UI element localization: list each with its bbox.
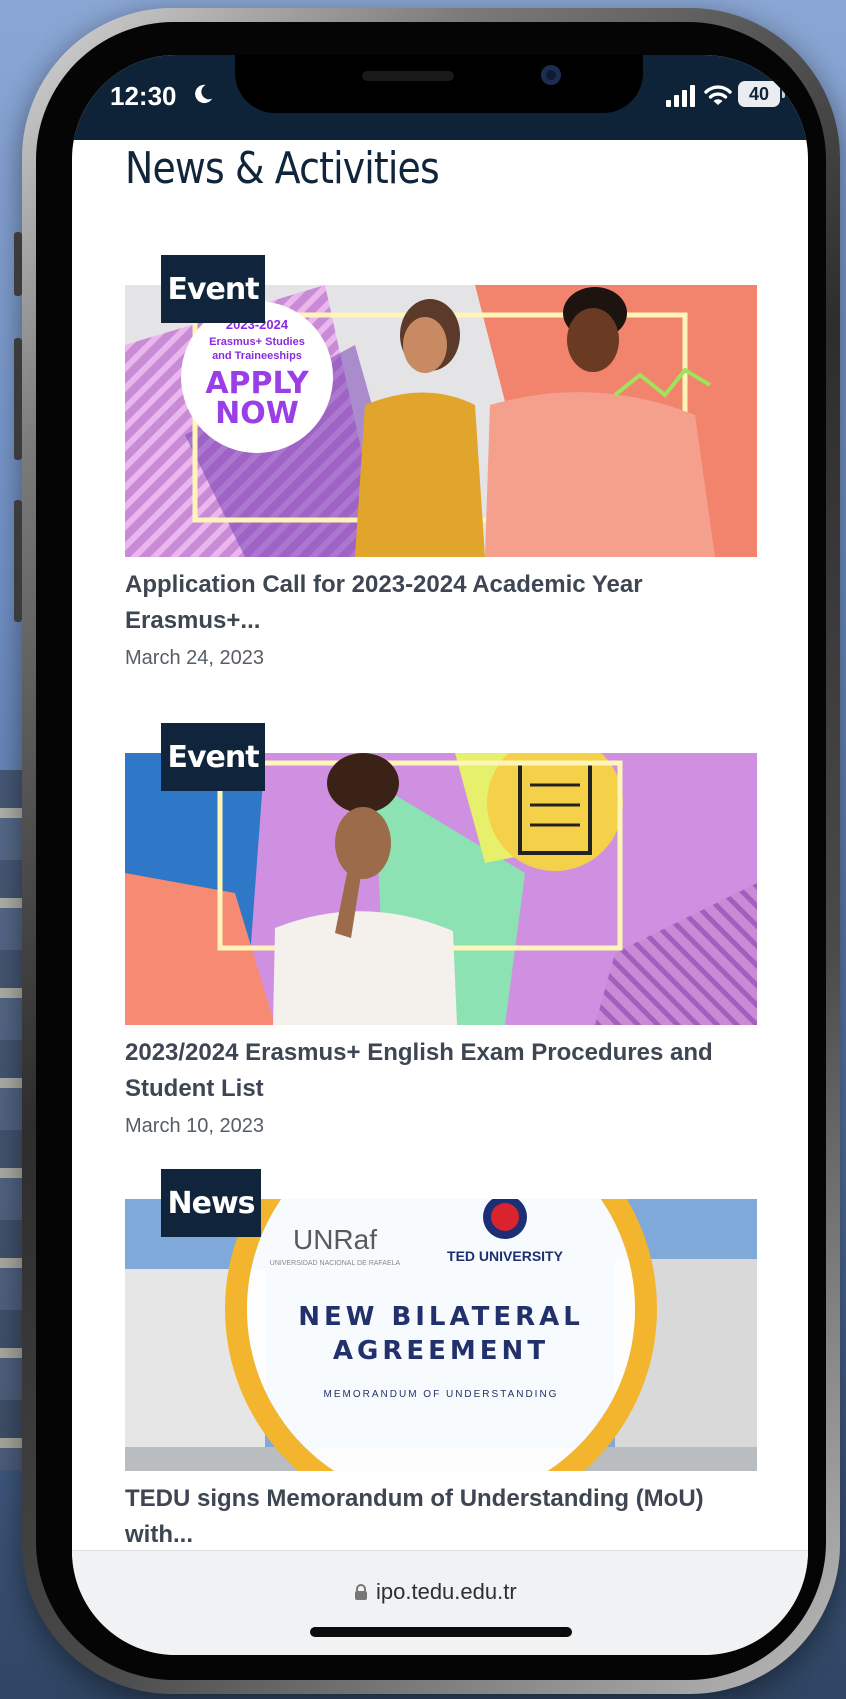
- card-1-image-now: NOW: [215, 396, 299, 431]
- card-3-logo-left-sub: UNIVERSIDAD NACIONAL DE RAFAELA: [270, 1260, 401, 1267]
- front-camera: [541, 65, 561, 85]
- card-1-image-line1: Erasmus+ Studies: [209, 336, 305, 348]
- card-2-image[interactable]: [125, 753, 757, 1025]
- speaker: [362, 71, 454, 81]
- moon-icon: [195, 84, 213, 104]
- category-badge: News: [161, 1169, 261, 1237]
- news-card-1[interactable]: 2023-2024 Erasmus+ Studies and Traineesh…: [125, 255, 757, 670]
- card-3-headline1: NEW BILATERAL: [298, 1302, 584, 1332]
- card-3-subline: MEMORANDUM OF UNDERSTANDING: [324, 1389, 559, 1400]
- notch: [235, 55, 643, 113]
- url-text[interactable]: ipo.tedu.edu.tr: [376, 1579, 517, 1605]
- card-title[interactable]: TEDU signs Memorandum of Understanding (…: [125, 1481, 757, 1553]
- category-badge: Event: [161, 255, 265, 323]
- status-time: 12:30: [110, 81, 177, 111]
- page-title: News & Activities: [125, 143, 440, 194]
- lock-icon: [355, 1584, 367, 1600]
- card-1-image[interactable]: 2023-2024 Erasmus+ Studies and Traineesh…: [125, 285, 757, 557]
- browser-url-bar[interactable]: ipo.tedu.edu.tr: [72, 1550, 808, 1655]
- card-title[interactable]: 2023/2024 Erasmus+ English Exam Procedur…: [125, 1035, 757, 1107]
- signal-icon: [666, 85, 695, 107]
- home-indicator[interactable]: [310, 1627, 572, 1637]
- status-bar: 12:30 40: [72, 55, 808, 140]
- card-1-image-line2: and Traineeships: [212, 350, 302, 362]
- card-title[interactable]: Application Call for 2023-2024 Academic …: [125, 567, 757, 639]
- side-button-silent: [14, 232, 22, 296]
- card-date: March 10, 2023: [125, 1115, 264, 1137]
- card-date: March 24, 2023: [125, 647, 264, 669]
- side-button-volume-down: [14, 500, 22, 622]
- wifi-icon: [704, 85, 732, 105]
- phone-screen: 12:30 40 News & Activities 2023-2024 Era…: [72, 55, 808, 1655]
- news-card-2[interactable]: Event 2023/2024 Erasmus+ English Exam Pr…: [125, 723, 757, 1138]
- card-3-logo-right: TED UNIVERSITY: [447, 1248, 564, 1264]
- card-3-image[interactable]: UNRaf UNIVERSIDAD NACIONAL DE RAFAELA TE…: [125, 1199, 757, 1471]
- news-card-3[interactable]: UNRaf UNIVERSIDAD NACIONAL DE RAFAELA TE…: [125, 1169, 757, 1553]
- side-button-volume-up: [14, 338, 22, 460]
- category-badge: Event: [161, 723, 265, 791]
- card-3-logo-left: UNRaf: [293, 1224, 377, 1255]
- card-3-headline2: AGREEMENT: [333, 1336, 549, 1366]
- battery-icon: 40: [738, 81, 785, 107]
